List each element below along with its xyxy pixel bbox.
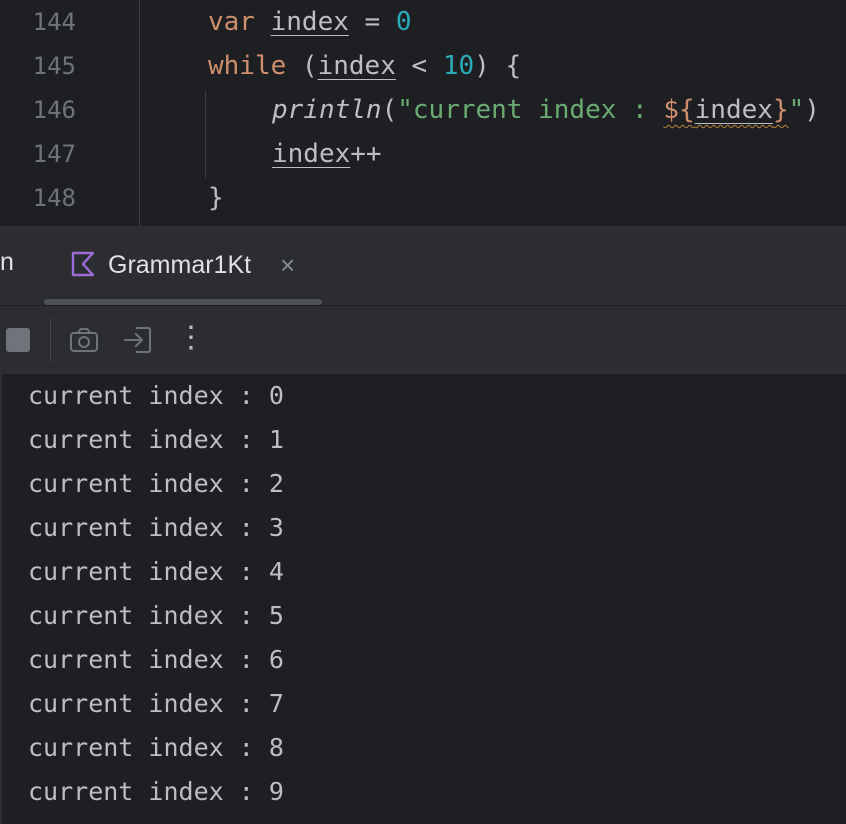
string-literal: "current index : bbox=[397, 95, 664, 125]
code-line-148[interactable]: } bbox=[208, 176, 224, 220]
console-line: current index : 3 bbox=[28, 513, 284, 542]
console-line: current index : 2 bbox=[28, 469, 284, 498]
tab-grammar1kt[interactable]: Grammar1Kt × bbox=[44, 226, 322, 306]
console-line: current index : 5 bbox=[28, 601, 284, 630]
code-line-144[interactable]: var index = 0 bbox=[208, 0, 412, 44]
tab-label: Grammar1Kt bbox=[108, 251, 252, 279]
camera-icon[interactable] bbox=[68, 324, 100, 356]
string-literal: " bbox=[788, 95, 805, 125]
brace: } bbox=[208, 183, 224, 213]
console-line: current index : 7 bbox=[28, 689, 284, 718]
template-close: } bbox=[772, 95, 789, 125]
run-tool-window-tabs: n Grammar1Kt × bbox=[0, 226, 846, 306]
console-output[interactable]: current index : 0 current index : 1 curr… bbox=[0, 374, 846, 824]
exit-icon[interactable] bbox=[122, 324, 154, 356]
number-literal: 0 bbox=[395, 7, 412, 37]
paren-close: ) { bbox=[474, 51, 522, 81]
line-number: 148 bbox=[32, 184, 76, 212]
console-gutter bbox=[0, 374, 2, 824]
active-tab-indicator bbox=[44, 299, 322, 305]
console-toolbar: ⋮ bbox=[0, 306, 846, 374]
kotlin-icon bbox=[71, 251, 95, 277]
keyword: var bbox=[208, 7, 255, 37]
close-icon[interactable]: × bbox=[280, 248, 295, 282]
line-number: 144 bbox=[32, 8, 76, 36]
warning-highlight[interactable]: ${index} bbox=[663, 95, 788, 125]
tab-label-truncated[interactable]: n bbox=[0, 248, 14, 277]
paren-close: ) bbox=[804, 95, 820, 125]
code-line-146[interactable]: println("current index : ${index}") bbox=[272, 88, 820, 132]
toolbar-separator bbox=[50, 318, 51, 362]
console-line: current index : 6 bbox=[28, 645, 284, 674]
function-call: println bbox=[272, 95, 382, 125]
indent-guide bbox=[205, 90, 206, 178]
variable: index bbox=[270, 7, 349, 37]
keyword: while bbox=[208, 51, 287, 81]
console-line: current index : 4 bbox=[28, 557, 284, 586]
code-editor[interactable]: 144 145 146 147 148 var index = 0 while … bbox=[0, 0, 846, 226]
more-icon[interactable]: ⋮ bbox=[176, 320, 206, 356]
paren-open: ( bbox=[381, 95, 398, 125]
variable: index bbox=[317, 51, 396, 81]
operator: < bbox=[395, 51, 443, 81]
variable: index bbox=[272, 139, 351, 169]
paren-open: ( bbox=[286, 51, 318, 81]
number-literal: 10 bbox=[442, 51, 475, 81]
stop-icon[interactable] bbox=[6, 328, 30, 352]
code-line-147[interactable]: index++ bbox=[272, 132, 382, 176]
line-number-gutter: 144 145 146 147 148 bbox=[0, 0, 140, 226]
console-line: current index : 1 bbox=[28, 425, 284, 454]
line-number: 147 bbox=[32, 140, 76, 168]
line-number: 145 bbox=[32, 52, 76, 80]
operator: = bbox=[348, 7, 396, 37]
console-line: current index : 9 bbox=[28, 777, 284, 806]
console-line: current index : 8 bbox=[28, 733, 284, 762]
line-number: 146 bbox=[32, 96, 76, 124]
variable: index bbox=[694, 95, 773, 125]
template-open: ${ bbox=[663, 95, 695, 125]
console-line: current index : 0 bbox=[28, 381, 284, 410]
operator: ++ bbox=[350, 139, 382, 169]
code-line-145[interactable]: while (index < 10) { bbox=[208, 44, 521, 88]
